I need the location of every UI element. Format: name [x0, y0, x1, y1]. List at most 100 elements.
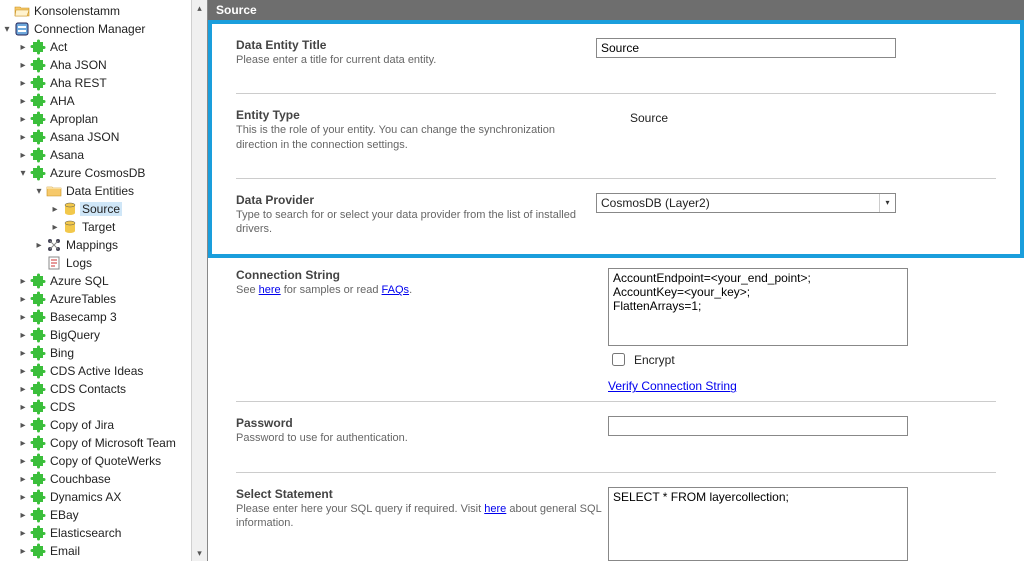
field-desc-conn: See here for samples or read FAQs.	[236, 283, 608, 297]
expand-icon[interactable]: ▸	[16, 384, 30, 395]
tree-connection-item[interactable]: Aha JSON	[48, 58, 109, 72]
tree-connection-item[interactable]: AzureTables	[48, 292, 118, 306]
verify-conn-link[interactable]: Verify Connection String	[608, 379, 996, 393]
puzzle-icon	[30, 543, 46, 559]
puzzle-icon	[30, 381, 46, 397]
select-input[interactable]	[608, 487, 908, 561]
tree-connection-item[interactable]: Aproplan	[48, 112, 100, 126]
conn-faq-link[interactable]: FAQs	[382, 284, 410, 296]
puzzle-icon	[30, 489, 46, 505]
tree-logs[interactable]: Logs	[64, 256, 94, 270]
collapse-icon[interactable]: ▾	[16, 168, 30, 179]
chevron-down-icon[interactable]: ▾	[879, 194, 895, 212]
tree-connection-item[interactable]: Copy of Microsoft Team	[48, 436, 178, 450]
expand-icon[interactable]: ▸	[16, 42, 30, 53]
expand-icon[interactable]: ▸	[16, 60, 30, 71]
puzzle-icon	[30, 39, 46, 55]
tree-connection-item[interactable]: Copy of QuoteWerks	[48, 454, 163, 468]
puzzle-icon	[30, 75, 46, 91]
expand-icon[interactable]: ▸	[16, 96, 30, 107]
expand-icon[interactable]: ▸	[16, 150, 30, 161]
expand-icon[interactable]: ▸	[16, 402, 30, 413]
expand-icon[interactable]: ▸	[16, 294, 30, 305]
entity-type-value: Source	[596, 108, 996, 128]
field-title-entity-title: Data Entity Title	[236, 38, 596, 52]
expand-icon[interactable]: ▸	[16, 78, 30, 89]
scroll-down-icon[interactable]: ▾	[192, 545, 207, 561]
expand-icon[interactable]: ▸	[16, 456, 30, 467]
expand-icon[interactable]: ▸	[16, 330, 30, 341]
tree-connection-item[interactable]: BigQuery	[48, 328, 102, 342]
tree-connection-item[interactable]: Aha REST	[48, 76, 109, 90]
expand-icon[interactable]: ▸	[16, 132, 30, 143]
field-desc-select: Please enter here your SQL query if requ…	[236, 502, 608, 531]
tree-connection-item[interactable]: CDS Active Ideas	[48, 364, 145, 378]
expand-icon[interactable]: ▸	[32, 240, 46, 251]
tree-data-entities[interactable]: Data Entities	[64, 184, 136, 198]
puzzle-icon	[30, 435, 46, 451]
provider-combobox[interactable]: CosmosDB (Layer2) ▾	[596, 193, 896, 213]
tree-entity-target[interactable]: Target	[80, 220, 117, 234]
puzzle-icon	[30, 471, 46, 487]
tree-connection-item[interactable]: AHA	[48, 94, 77, 108]
scroll-up-icon[interactable]: ▴	[192, 0, 207, 16]
puzzle-icon	[30, 291, 46, 307]
cylinder-icon	[62, 219, 78, 235]
expand-icon[interactable]: ▸	[16, 546, 30, 557]
tree-connection-item[interactable]: Asana JSON	[48, 130, 121, 144]
entity-title-input[interactable]	[596, 38, 896, 58]
tree-connection-item[interactable]: Copy of Jira	[48, 418, 116, 432]
expand-icon[interactable]: ▸	[16, 366, 30, 377]
tree-connection-item[interactable]: Asana	[48, 148, 86, 162]
collapse-icon[interactable]: ▾	[0, 24, 14, 35]
puzzle-icon	[30, 93, 46, 109]
tree-connection-item[interactable]: CDS	[48, 400, 77, 414]
tree-connection-item[interactable]: Bing	[48, 346, 76, 360]
expand-icon[interactable]: ▸	[16, 510, 30, 521]
tree-connection-item[interactable]: Act	[48, 40, 69, 54]
folder-icon	[14, 3, 30, 19]
expand-icon[interactable]: ▸	[16, 312, 30, 323]
collapse-icon[interactable]: ▾	[32, 186, 46, 197]
tree-connection-item[interactable]: Dynamics AX	[48, 490, 123, 504]
conn-help-link[interactable]: here	[259, 284, 281, 296]
tree-conn-manager[interactable]: Connection Manager	[32, 22, 147, 36]
tree-entity-source[interactable]: Source	[80, 202, 122, 216]
tree-connection-item[interactable]: Basecamp 3	[48, 310, 119, 324]
field-title-conn: Connection String	[236, 268, 608, 282]
form-area: Data Entity Title Please enter a title f…	[208, 20, 1024, 561]
tree-connection-item[interactable]: Email	[48, 544, 82, 558]
field-title-entity-type: Entity Type	[236, 108, 596, 122]
field-desc-password: Password to use for authentication.	[236, 431, 608, 445]
sidebar-scrollbar[interactable]: ▴ ▾	[191, 0, 207, 561]
highlight-box: Data Entity Title Please enter a title f…	[208, 20, 1024, 258]
tree-root-label[interactable]: Konsolenstamm	[32, 4, 122, 18]
puzzle-icon	[30, 309, 46, 325]
panel-header: Source	[208, 0, 1024, 20]
tree-connection-item[interactable]: CDS Contacts	[48, 382, 128, 396]
tree-connection-item[interactable]: Azure CosmosDB	[48, 166, 147, 180]
expand-icon[interactable]: ▸	[16, 276, 30, 287]
expand-icon[interactable]: ▸	[16, 420, 30, 431]
encrypt-checkbox[interactable]	[612, 353, 625, 366]
conn-string-input[interactable]	[608, 268, 908, 346]
tree-mappings[interactable]: Mappings	[64, 238, 120, 252]
tree-connection-item[interactable]: Azure SQL	[48, 274, 111, 288]
expand-icon[interactable]: ▸	[48, 204, 62, 215]
tree-connection-item[interactable]: Elasticsearch	[48, 526, 123, 540]
password-input[interactable]	[608, 416, 908, 436]
puzzle-icon	[30, 453, 46, 469]
field-title-password: Password	[236, 416, 608, 430]
expand-icon[interactable]: ▸	[16, 492, 30, 503]
expand-icon[interactable]: ▸	[16, 528, 30, 539]
tree-connection-item[interactable]: EBay	[48, 508, 81, 522]
expand-icon[interactable]: ▸	[16, 114, 30, 125]
expand-icon[interactable]: ▸	[16, 474, 30, 485]
expand-icon[interactable]: ▸	[16, 348, 30, 359]
select-help-link[interactable]: here	[484, 503, 506, 515]
tree-view: Konsolenstamm▾Connection Manager▸Act▸Aha…	[0, 2, 207, 560]
expand-icon[interactable]: ▸	[48, 222, 62, 233]
tree-connection-item[interactable]: Couchbase	[48, 472, 113, 486]
provider-value: CosmosDB (Layer2)	[597, 196, 879, 210]
expand-icon[interactable]: ▸	[16, 438, 30, 449]
